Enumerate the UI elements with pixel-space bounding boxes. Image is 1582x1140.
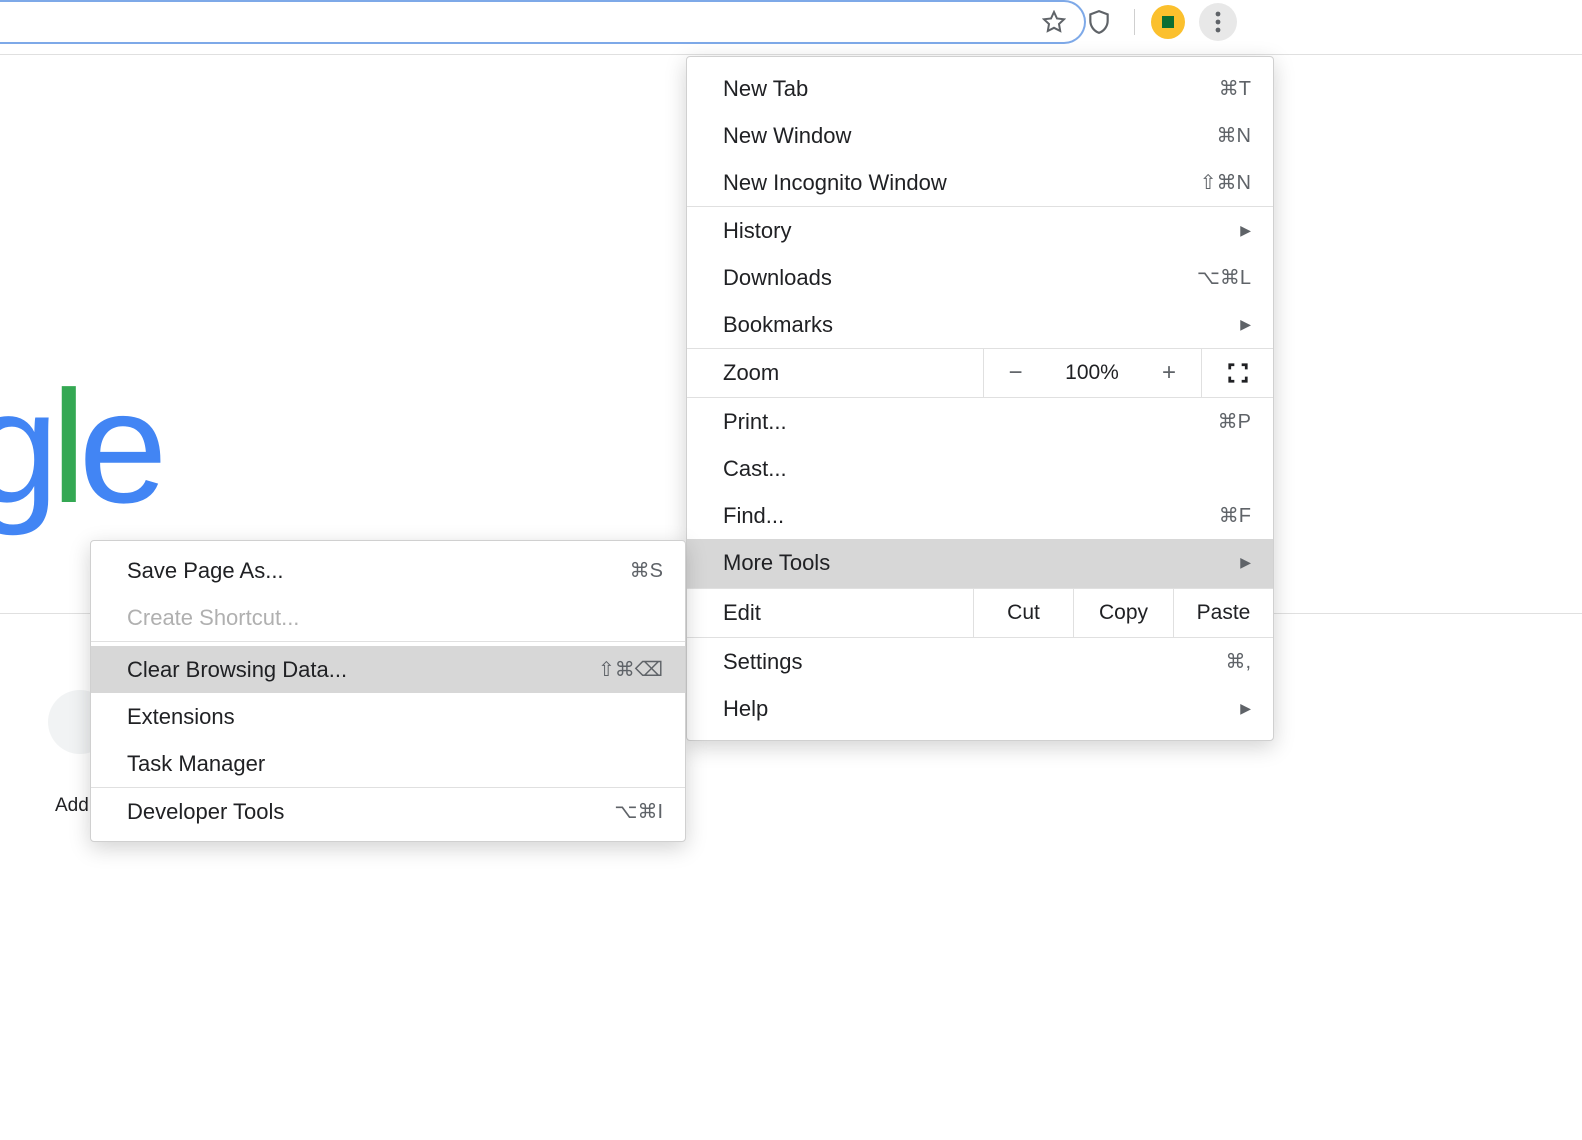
- chevron-right-icon: ▶: [1240, 316, 1251, 333]
- chrome-menu-button[interactable]: [1199, 3, 1237, 41]
- menu-label: Save Page As...: [127, 558, 284, 584]
- menu-label: More Tools: [723, 550, 830, 576]
- zoom-in-button[interactable]: +: [1137, 349, 1201, 397]
- more-tools-submenu: Save Page As... ⌘S Create Shortcut... Cl…: [90, 540, 686, 842]
- fullscreen-button[interactable]: [1201, 349, 1273, 397]
- menu-help[interactable]: Help ▶: [687, 685, 1273, 732]
- menu-label: Help: [723, 696, 768, 722]
- menu-label: Task Manager: [127, 751, 265, 777]
- bookmark-star-icon[interactable]: [1042, 10, 1066, 34]
- edit-copy-button[interactable]: Copy: [1073, 589, 1173, 637]
- menu-shortcut: ⌘S: [630, 558, 663, 583]
- menu-label: Developer Tools: [127, 799, 284, 825]
- menu-cast[interactable]: Cast...: [687, 445, 1273, 492]
- menu-label: Clear Browsing Data...: [127, 657, 347, 683]
- extension-ublock-icon[interactable]: [1086, 9, 1126, 35]
- chrome-main-menu: New Tab ⌘T New Window ⌘N New Incognito W…: [686, 56, 1274, 741]
- menu-zoom-row: Zoom − 100% +: [687, 348, 1273, 398]
- submenu-create-shortcut: Create Shortcut...: [91, 594, 685, 641]
- menu-bookmarks[interactable]: Bookmarks ▶: [687, 301, 1273, 348]
- chevron-right-icon: ▶: [1240, 222, 1251, 239]
- menu-label: Extensions: [127, 704, 235, 730]
- edit-paste-button[interactable]: Paste: [1173, 589, 1273, 637]
- menu-label: Cast...: [723, 456, 787, 482]
- submenu-save-page-as[interactable]: Save Page As... ⌘S: [91, 547, 685, 594]
- toolbar-divider: [1134, 9, 1135, 35]
- menu-shortcut: ⌥⌘L: [1197, 265, 1251, 290]
- menu-new-incognito[interactable]: New Incognito Window ⇧⌘N: [687, 159, 1273, 206]
- menu-shortcut: ⌘F: [1219, 503, 1251, 528]
- menu-label: Bookmarks: [723, 312, 833, 338]
- menu-shortcut: ⌥⌘I: [614, 799, 663, 824]
- menu-label: History: [723, 218, 791, 244]
- menu-shortcut: ⌘T: [1219, 76, 1251, 101]
- address-bar[interactable]: [0, 0, 1086, 44]
- zoom-value: 100%: [1047, 349, 1137, 397]
- menu-find[interactable]: Find... ⌘F: [687, 492, 1273, 539]
- submenu-clear-browsing-data[interactable]: Clear Browsing Data... ⇧⌘⌫: [91, 646, 685, 693]
- menu-history[interactable]: History ▶: [687, 207, 1273, 254]
- menu-label: Settings: [723, 649, 803, 675]
- menu-label: Find...: [723, 503, 784, 529]
- edit-label: Edit: [687, 589, 973, 637]
- menu-settings[interactable]: Settings ⌘,: [687, 638, 1273, 685]
- menu-shortcut: ⌘,: [1225, 649, 1251, 674]
- menu-label: Create Shortcut...: [127, 605, 299, 631]
- zoom-out-button[interactable]: −: [983, 349, 1047, 397]
- submenu-developer-tools[interactable]: Developer Tools ⌥⌘I: [91, 788, 685, 835]
- menu-label: Print...: [723, 409, 787, 435]
- google-logo-partial: gle: [0, 355, 160, 539]
- menu-shortcut: ⌘N: [1217, 123, 1251, 148]
- profile-avatar[interactable]: [1151, 5, 1185, 39]
- submenu-task-manager[interactable]: Task Manager: [91, 740, 685, 787]
- menu-new-tab[interactable]: New Tab ⌘T: [687, 65, 1273, 112]
- menu-print[interactable]: Print... ⌘P: [687, 398, 1273, 445]
- chevron-right-icon: ▶: [1240, 700, 1251, 717]
- chevron-right-icon: ▶: [1240, 554, 1251, 571]
- menu-downloads[interactable]: Downloads ⌥⌘L: [687, 254, 1273, 301]
- edit-cut-button[interactable]: Cut: [973, 589, 1073, 637]
- menu-more-tools[interactable]: More Tools ▶: [687, 539, 1273, 586]
- menu-label: New Window: [723, 123, 851, 149]
- menu-new-window[interactable]: New Window ⌘N: [687, 112, 1273, 159]
- menu-label: Downloads: [723, 265, 832, 291]
- home-icon: [1162, 16, 1174, 28]
- menu-shortcut: ⇧⌘N: [1200, 170, 1251, 195]
- menu-shortcut: ⌘P: [1218, 409, 1251, 434]
- menu-edit-row: Edit Cut Copy Paste: [687, 588, 1273, 638]
- submenu-extensions[interactable]: Extensions: [91, 693, 685, 740]
- toolbar-icons: [1086, 0, 1237, 44]
- menu-label: New Tab: [723, 76, 808, 102]
- menu-shortcut: ⇧⌘⌫: [598, 657, 663, 682]
- menu-label: New Incognito Window: [723, 170, 947, 196]
- zoom-label: Zoom: [687, 349, 983, 397]
